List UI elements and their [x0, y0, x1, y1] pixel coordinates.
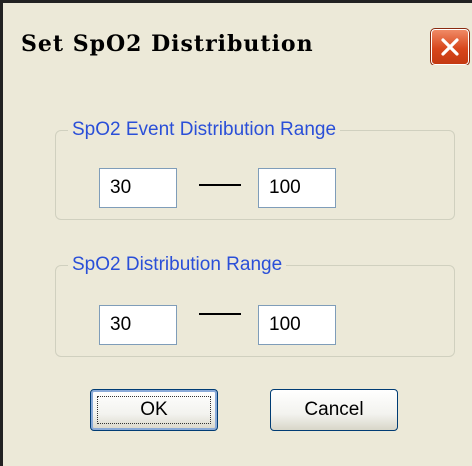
- event-range-min-input[interactable]: 30: [99, 168, 177, 208]
- distribution-range-min-input[interactable]: 30: [99, 305, 177, 345]
- title-bar[interactable]: Set SpO2 Distribution: [3, 3, 472, 66]
- cancel-button[interactable]: Cancel: [270, 389, 398, 431]
- close-button[interactable]: [430, 28, 470, 66]
- set-spo2-distribution-dialog: Set SpO2 Distribution SpO2 Event Distrib…: [0, 0, 472, 466]
- close-icon: [440, 37, 460, 57]
- dialog-body: SpO2 Event Distribution Range 30 100 SpO…: [3, 65, 472, 466]
- event-range-max-input[interactable]: 100: [258, 168, 336, 208]
- range-separator: [199, 313, 241, 315]
- ok-button[interactable]: OK: [90, 389, 218, 431]
- distribution-range-max-input[interactable]: 100: [258, 305, 336, 345]
- event-range-label: SpO2 Event Distribution Range: [68, 115, 341, 145]
- cancel-button-label: Cancel: [304, 399, 364, 420]
- focus-rectangle: [97, 396, 211, 424]
- range-separator: [199, 184, 241, 186]
- dialog-title: Set SpO2 Distribution: [21, 31, 314, 57]
- distribution-range-label: SpO2 Distribution Range: [68, 250, 287, 280]
